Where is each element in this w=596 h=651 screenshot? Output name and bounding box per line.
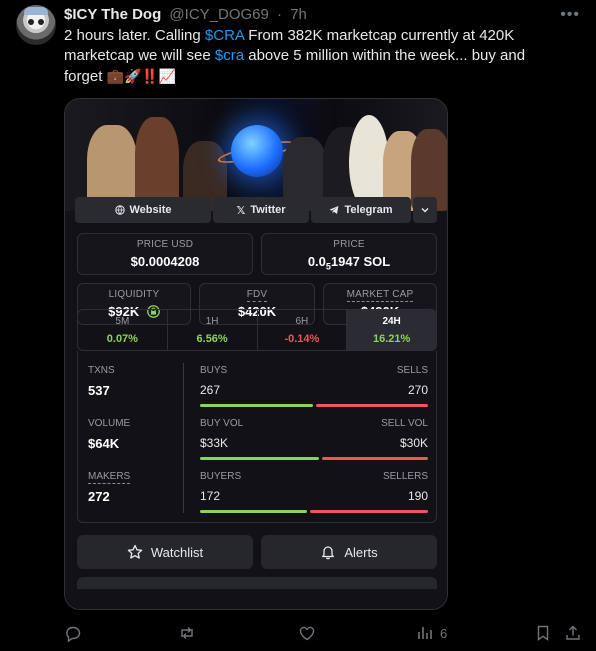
price-sol-value: 0.051947 SOL xyxy=(307,254,391,272)
attached-image[interactable]: Website 𝕏 Twitter Telegram PRICE USD $0.… xyxy=(64,98,448,610)
star-icon xyxy=(127,544,143,559)
emojis: 💼🚀‼️📈 xyxy=(106,68,177,84)
separator: · xyxy=(277,6,283,23)
price-sol-box: PRICE 0.051947 SOL xyxy=(261,233,437,275)
text-part: 2 hours later. Calling xyxy=(64,27,205,44)
cashtag-link[interactable]: $cra xyxy=(215,47,244,64)
cashtag-link[interactable]: $CRA xyxy=(205,27,244,44)
ratio-bar xyxy=(200,457,428,460)
twitter-link[interactable]: 𝕏 Twitter xyxy=(213,197,309,223)
fdv-label: FDV xyxy=(246,289,268,302)
tweet-actions: 6 xyxy=(64,624,584,644)
website-link[interactable]: Website xyxy=(75,197,211,223)
repost-icon xyxy=(181,627,193,639)
tab-24h[interactable]: 24H 16.21% xyxy=(347,310,436,350)
tab-5m[interactable]: 5M 0.07% xyxy=(78,310,168,350)
makers-row: MAKERS 272 BUYERS 172 SELLERS 190 xyxy=(78,465,438,517)
tweet-text: 2 hours later. Calling $CRA From 382K ma… xyxy=(64,26,564,87)
price-usd-box: PRICE USD $0.0004208 xyxy=(77,233,253,275)
change-value: 16.21% xyxy=(372,333,411,345)
x-logo-icon: 𝕏 xyxy=(236,204,246,217)
price-usd-value: $0.0004208 xyxy=(130,254,200,269)
more-icon[interactable]: ••• xyxy=(560,6,580,24)
bookmark-icon xyxy=(537,625,549,641)
planet-logo-icon xyxy=(231,125,283,177)
display-name[interactable]: $ICY The Dog xyxy=(64,6,161,23)
timestamp[interactable]: 7h xyxy=(290,6,307,23)
avatar[interactable] xyxy=(16,5,56,45)
bookmark-button[interactable] xyxy=(534,624,552,642)
txns-row: TXNS 537 BUYS 267 SELLS 270 xyxy=(78,359,438,411)
telegram-icon xyxy=(329,206,339,214)
views-count: 6 xyxy=(440,625,448,641)
change-value: -0.14% xyxy=(284,333,320,345)
cutoff-row xyxy=(77,577,437,589)
price-sol-label: PRICE xyxy=(333,239,365,250)
change-value: 0.07% xyxy=(106,333,138,345)
watchlist-button[interactable]: Watchlist xyxy=(77,535,253,569)
tweet: $ICY The Dog @ICY_DOG69 · 7h ••• 2 hours… xyxy=(0,0,596,651)
reply-icon xyxy=(66,626,81,642)
website-label: Website xyxy=(129,204,172,216)
views-button[interactable]: 6 xyxy=(416,624,447,642)
alerts-button[interactable]: Alerts xyxy=(261,535,437,569)
volume-row: VOLUME $64K BUY VOL $33K SELL VOL $30K xyxy=(78,412,438,464)
liquidity-label: LIQUIDITY xyxy=(108,289,160,300)
telegram-link[interactable]: Telegram xyxy=(311,197,411,223)
globe-icon xyxy=(114,205,125,215)
share-icon xyxy=(566,625,580,640)
twitter-label: Twitter xyxy=(250,204,286,216)
tab-1h[interactable]: 1H 6.56% xyxy=(168,310,258,350)
ratio-bar xyxy=(200,510,428,513)
telegram-label: Telegram xyxy=(344,204,393,216)
handle[interactable]: @ICY_DOG69 xyxy=(169,6,268,23)
like-button[interactable] xyxy=(298,624,316,642)
more-links-button[interactable] xyxy=(413,197,437,223)
alerts-label: Alerts xyxy=(344,544,378,560)
chevron-down-icon xyxy=(421,208,429,213)
trade-stats: TXNS 537 BUYS 267 SELLS 270 VOLUME $64K … xyxy=(77,351,437,523)
tab-6h[interactable]: 6H -0.14% xyxy=(258,310,348,350)
reply-button[interactable] xyxy=(64,624,82,642)
banner-image xyxy=(65,99,447,211)
views-icon xyxy=(418,627,432,639)
tweet-header: $ICY The Dog @ICY_DOG69 · 7h xyxy=(64,5,307,25)
social-links: Website 𝕏 Twitter Telegram xyxy=(75,197,437,223)
repost-button[interactable] xyxy=(178,624,196,642)
bell-icon xyxy=(322,546,335,560)
heart-icon xyxy=(299,626,315,641)
watchlist-label: Watchlist xyxy=(150,544,204,560)
timeframe-tabs: 5M 0.07% 1H 6.56% 6H -0.14% 24H 16.21% xyxy=(77,309,437,351)
price-usd-label: PRICE USD xyxy=(136,239,194,250)
market-cap-label: MARKET CAP xyxy=(346,289,414,302)
change-value: 6.56% xyxy=(196,333,228,345)
ratio-bar xyxy=(200,404,428,407)
share-button[interactable] xyxy=(564,624,582,642)
